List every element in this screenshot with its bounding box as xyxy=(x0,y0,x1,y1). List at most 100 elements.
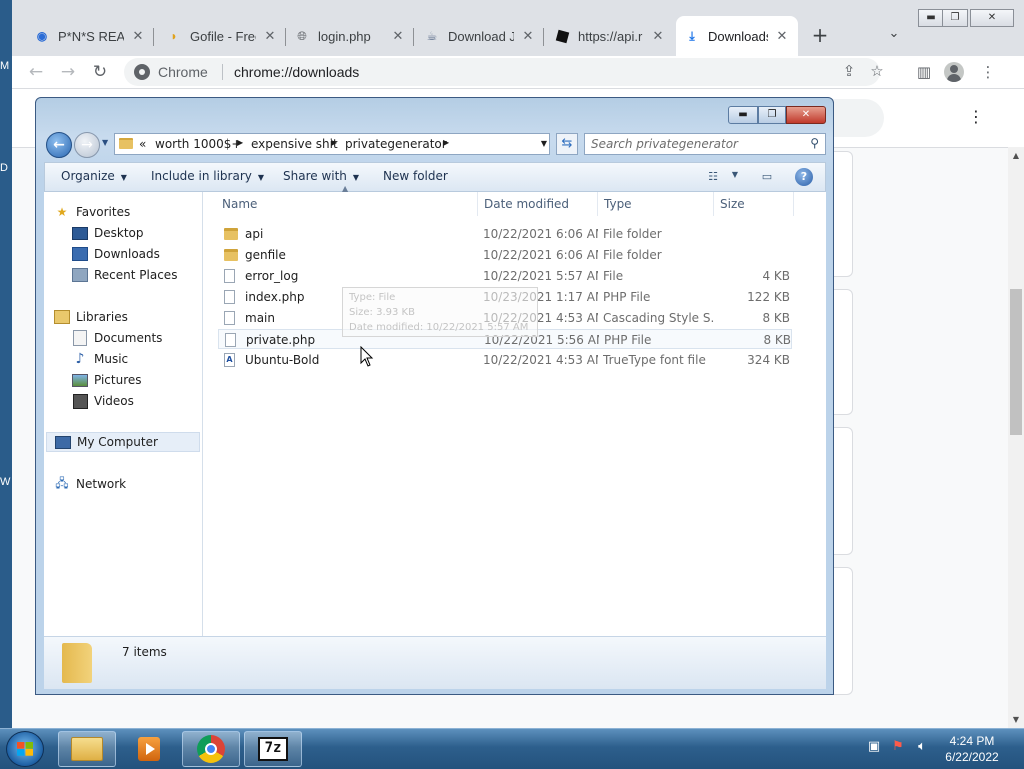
breadcrumb-segment[interactable]: worth 1000$+ xyxy=(155,137,241,151)
close-button[interactable]: ✕ xyxy=(970,9,1014,27)
system-clock[interactable]: 4:24 PM 6/22/2022 xyxy=(930,733,1014,765)
breadcrumb-arrow-icon[interactable]: ▶ xyxy=(331,138,337,147)
back-icon[interactable]: ← xyxy=(24,60,48,84)
breadcrumb-segment[interactable]: expensive shit xyxy=(251,137,338,151)
view-options-icon[interactable]: ☷ xyxy=(705,170,721,184)
browser-toolbar: ← → ↻ Chrome chrome://downloads ⇪ ☆ ▥ ⋮ xyxy=(12,56,1024,89)
breadcrumb-overflow[interactable]: « xyxy=(139,137,146,151)
more-options-icon[interactable]: ⋮ xyxy=(968,107,984,129)
chevron-down-icon[interactable]: ⌄ xyxy=(884,26,904,46)
downloads-scrollbar[interactable]: ▲ ▼ xyxy=(1008,147,1024,728)
share-with-label: Share with xyxy=(283,169,347,183)
file-type: PHP File xyxy=(603,290,651,304)
chevron-down-icon[interactable]: ▼ xyxy=(536,133,552,155)
file-date: 10/22/2021 4:53 AM xyxy=(483,353,598,367)
close-icon[interactable]: ✕ xyxy=(774,28,790,44)
nav-item-videos[interactable]: Videos xyxy=(72,391,134,411)
forward-button[interactable]: → xyxy=(74,132,100,158)
taskbar-media-player-button[interactable] xyxy=(120,731,178,767)
folder-icon xyxy=(62,643,92,683)
chevron-down-icon[interactable]: ▼ xyxy=(727,170,743,184)
column-header-date-modified[interactable]: Date modified xyxy=(478,192,598,216)
scroll-up-icon[interactable]: ▲ xyxy=(1010,151,1022,160)
breadcrumb-segment[interactable]: privategenerator xyxy=(345,137,447,151)
maximize-button[interactable]: ❐ xyxy=(758,106,786,124)
new-tab-button[interactable]: + xyxy=(808,24,832,48)
address-bar[interactable]: « worth 1000$+ ▶ expensive shit ▶ privat… xyxy=(114,133,550,155)
close-icon[interactable]: ✕ xyxy=(390,28,406,44)
file-row[interactable]: A Ubuntu-Bold 10/22/2021 4:53 AM TrueTyp… xyxy=(218,350,792,370)
preview-pane-icon[interactable]: ▭ xyxy=(759,170,775,184)
scroll-thumb[interactable] xyxy=(1010,289,1022,435)
refresh-icon[interactable]: ⇆ xyxy=(556,133,578,155)
nav-item-network[interactable]: 🖧︎ Network xyxy=(54,474,126,494)
share-icon[interactable]: ⇪ xyxy=(840,63,858,81)
search-icon[interactable]: ⚲ xyxy=(810,136,819,150)
star-icon[interactable]: ☆ xyxy=(868,63,886,81)
avatar[interactable] xyxy=(944,62,964,82)
tab-pins[interactable]: ◉ P*N*S REAL ✕ xyxy=(26,16,154,56)
recent-pages-icon[interactable]: ▼ xyxy=(102,138,112,150)
close-icon[interactable]: ✕ xyxy=(520,28,536,44)
nav-item-recent-places[interactable]: Recent Places xyxy=(72,265,177,285)
nav-item-downloads[interactable]: Downloads xyxy=(72,244,160,264)
column-header-type[interactable]: Type xyxy=(598,192,714,216)
restore-button[interactable]: ❐ xyxy=(942,9,968,27)
file-row[interactable]: api 10/22/2021 6:06 AM File folder xyxy=(218,224,792,244)
breadcrumb-arrow-icon[interactable]: ▶ xyxy=(443,138,449,147)
new-folder-button[interactable]: New folder xyxy=(383,169,448,183)
nav-label: Favorites xyxy=(76,205,131,219)
start-button[interactable] xyxy=(6,731,44,767)
tab-api-roblox[interactable]: https://api.r ✕ xyxy=(546,16,674,56)
organize-button[interactable]: Organize ▼ xyxy=(61,169,127,183)
taskbar-7zip-button[interactable]: 7z xyxy=(244,731,302,767)
menu-icon[interactable]: ⋮ xyxy=(976,60,1000,84)
scroll-down-icon[interactable]: ▼ xyxy=(1010,715,1022,724)
close-button[interactable]: ✕ xyxy=(786,106,826,124)
roblox-icon xyxy=(554,28,570,44)
file-row[interactable]: error_log 10/22/2021 5:57 AM File 4 KB xyxy=(218,266,792,286)
nav-item-my-computer[interactable]: My Computer xyxy=(46,432,200,452)
tab-download-java[interactable]: ☕︎ Download J ✕ xyxy=(416,16,544,56)
column-header-size[interactable]: Size xyxy=(714,192,794,216)
minimize-button[interactable]: ▬ xyxy=(728,106,758,124)
share-with-button[interactable]: Share with ▼ xyxy=(283,169,359,183)
back-button[interactable]: ← xyxy=(46,132,72,158)
file-size: 4 KB xyxy=(762,269,790,283)
help-icon[interactable]: ? xyxy=(795,168,813,186)
omnibox[interactable]: Chrome chrome://downloads ⇪ ☆ xyxy=(124,58,884,86)
reload-icon[interactable]: ↻ xyxy=(88,60,112,84)
nav-item-documents[interactable]: Documents xyxy=(72,328,162,348)
file-row[interactable]: genfile 10/22/2021 6:06 AM File folder xyxy=(218,245,792,265)
tab-login[interactable]: 🌐︎ login.php ✕ xyxy=(286,16,414,56)
nav-item-libraries[interactable]: Libraries xyxy=(54,307,128,327)
minimize-button[interactable]: ▬ xyxy=(918,9,944,27)
music-icon: ♪ xyxy=(75,351,85,367)
side-panel-icon[interactable]: ▥ xyxy=(912,60,936,84)
search-input[interactable] xyxy=(591,136,799,152)
include-in-library-button[interactable]: Include in library ▼ xyxy=(151,169,264,183)
nav-item-pictures[interactable]: Pictures xyxy=(72,370,142,390)
nav-item-music[interactable]: ♪ Music xyxy=(72,349,129,369)
action-center-icon[interactable]: ⚑ xyxy=(890,739,906,755)
volume-icon[interactable]: 🔈︎ xyxy=(914,739,930,755)
nav-item-desktop[interactable]: Desktop xyxy=(72,223,144,243)
forward-icon[interactable]: → xyxy=(56,60,80,84)
network-tray-icon[interactable]: ▣ xyxy=(866,739,882,755)
breadcrumb-arrow-icon[interactable]: ▶ xyxy=(237,138,243,147)
nav-item-favorites[interactable]: ★ Favorites xyxy=(54,202,131,222)
file-icon xyxy=(224,290,235,304)
url-text[interactable]: chrome://downloads xyxy=(234,64,359,80)
taskbar-chrome-button[interactable] xyxy=(182,731,240,767)
desktop-icon-label: D xyxy=(0,162,8,174)
close-icon[interactable]: ✕ xyxy=(650,28,666,44)
close-icon[interactable]: ✕ xyxy=(130,28,146,44)
tab-label: login.php xyxy=(318,28,371,44)
tab-downloads[interactable]: ⤓ Downloads ✕ xyxy=(676,16,798,56)
close-icon[interactable]: ✕ xyxy=(262,28,278,44)
search-box[interactable]: ⚲ xyxy=(584,133,826,155)
taskbar-explorer-button[interactable] xyxy=(58,731,116,767)
column-header-name[interactable]: Name xyxy=(216,192,478,216)
libraries-icon xyxy=(54,309,70,325)
tab-gofile[interactable]: ◗ Gofile - Free ✕ xyxy=(158,16,286,56)
